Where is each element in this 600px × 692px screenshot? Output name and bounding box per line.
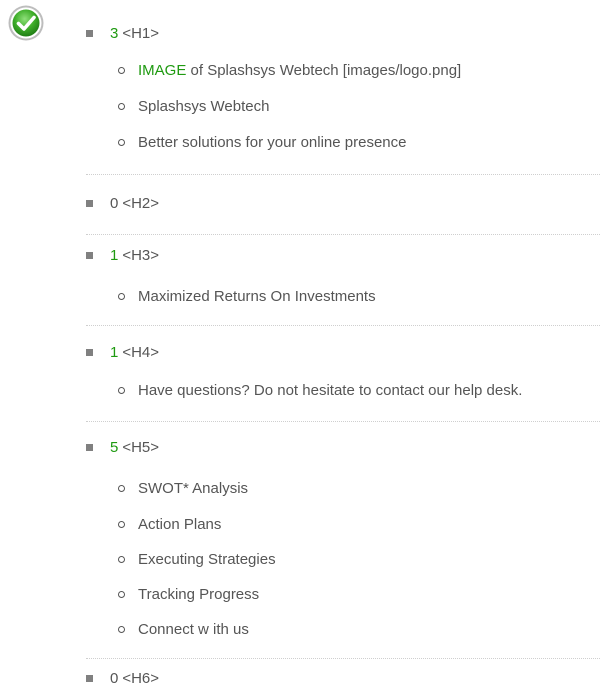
heading-row-h3: 1 <H3> [86, 246, 159, 266]
list-item-text: SWOT* Analysis [138, 480, 249, 497]
heading-row-h2: 0 <H2> [86, 194, 159, 214]
list-item-text: Connect w ith us [138, 621, 249, 638]
circle-bullet-icon [118, 292, 125, 300]
circle-bullet-icon [118, 520, 125, 528]
list-item-text: Maximized Returns On Investments [138, 288, 376, 305]
divider [86, 234, 600, 235]
square-bullet-icon [86, 443, 93, 451]
square-bullet-icon [86, 674, 93, 682]
list-item: Splashsys Webtech [118, 97, 269, 117]
list-item: Have questions? Do not hesitate to conta… [118, 381, 522, 401]
circle-bullet-icon [118, 590, 125, 598]
heading-tag: <H2> [122, 195, 160, 212]
image-label: IMAGE [138, 62, 187, 79]
check-circle-icon [8, 5, 44, 41]
heading-row-h1: 3 <H1> [86, 24, 159, 44]
list-item-text: Tracking Progress [138, 586, 260, 603]
list-item-text: Have questions? Do not hesitate to conta… [138, 382, 523, 399]
circle-bullet-icon [118, 625, 125, 633]
list-item: Executing Strategies [118, 550, 276, 570]
square-bullet-icon [86, 251, 93, 259]
divider [86, 421, 600, 422]
list-item-text: Executing Strategies [138, 551, 276, 568]
divider [86, 174, 600, 175]
circle-bullet-icon [118, 102, 125, 110]
list-item: SWOT* Analysis [118, 479, 248, 499]
heading-tag: <H6> [122, 670, 160, 687]
heading-count: 1 [110, 247, 119, 264]
list-item: Connect w ith us [118, 620, 249, 640]
square-bullet-icon [86, 199, 93, 207]
list-item-text: Better solutions for your online presenc… [138, 134, 407, 151]
list-item: Tracking Progress [118, 585, 259, 605]
divider [86, 325, 600, 326]
heading-tag: <H4> [122, 344, 160, 361]
list-item: Maximized Returns On Investments [118, 287, 376, 307]
square-bullet-icon [86, 29, 93, 37]
divider [86, 658, 600, 659]
heading-tag: <H3> [122, 247, 160, 264]
list-item: Better solutions for your online presenc… [118, 133, 406, 153]
list-item-text: Action Plans [138, 516, 222, 533]
heading-count: 3 [110, 25, 119, 42]
heading-tag: <H5> [122, 439, 160, 456]
heading-count: 1 [110, 344, 119, 361]
circle-bullet-icon [118, 555, 125, 563]
heading-row-h5: 5 <H5> [86, 438, 159, 458]
list-item: IMAGE of Splashsys Webtech [images/logo.… [118, 61, 461, 81]
list-item-text: of Splashsys Webtech [images/logo.png] [186, 62, 462, 79]
heading-count: 0 [110, 195, 119, 212]
circle-bullet-icon [118, 386, 125, 394]
circle-bullet-icon [118, 484, 125, 492]
heading-count: 5 [110, 439, 119, 456]
heading-row-h6: 0 <H6> [86, 669, 159, 689]
heading-count: 0 [110, 670, 119, 687]
circle-bullet-icon [118, 66, 125, 74]
heading-row-h4: 1 <H4> [86, 343, 159, 363]
square-bullet-icon [86, 348, 93, 356]
list-item-text: Splashsys Webtech [138, 98, 270, 115]
list-item: Action Plans [118, 515, 221, 535]
heading-tag: <H1> [122, 25, 160, 42]
circle-bullet-icon [118, 138, 125, 146]
